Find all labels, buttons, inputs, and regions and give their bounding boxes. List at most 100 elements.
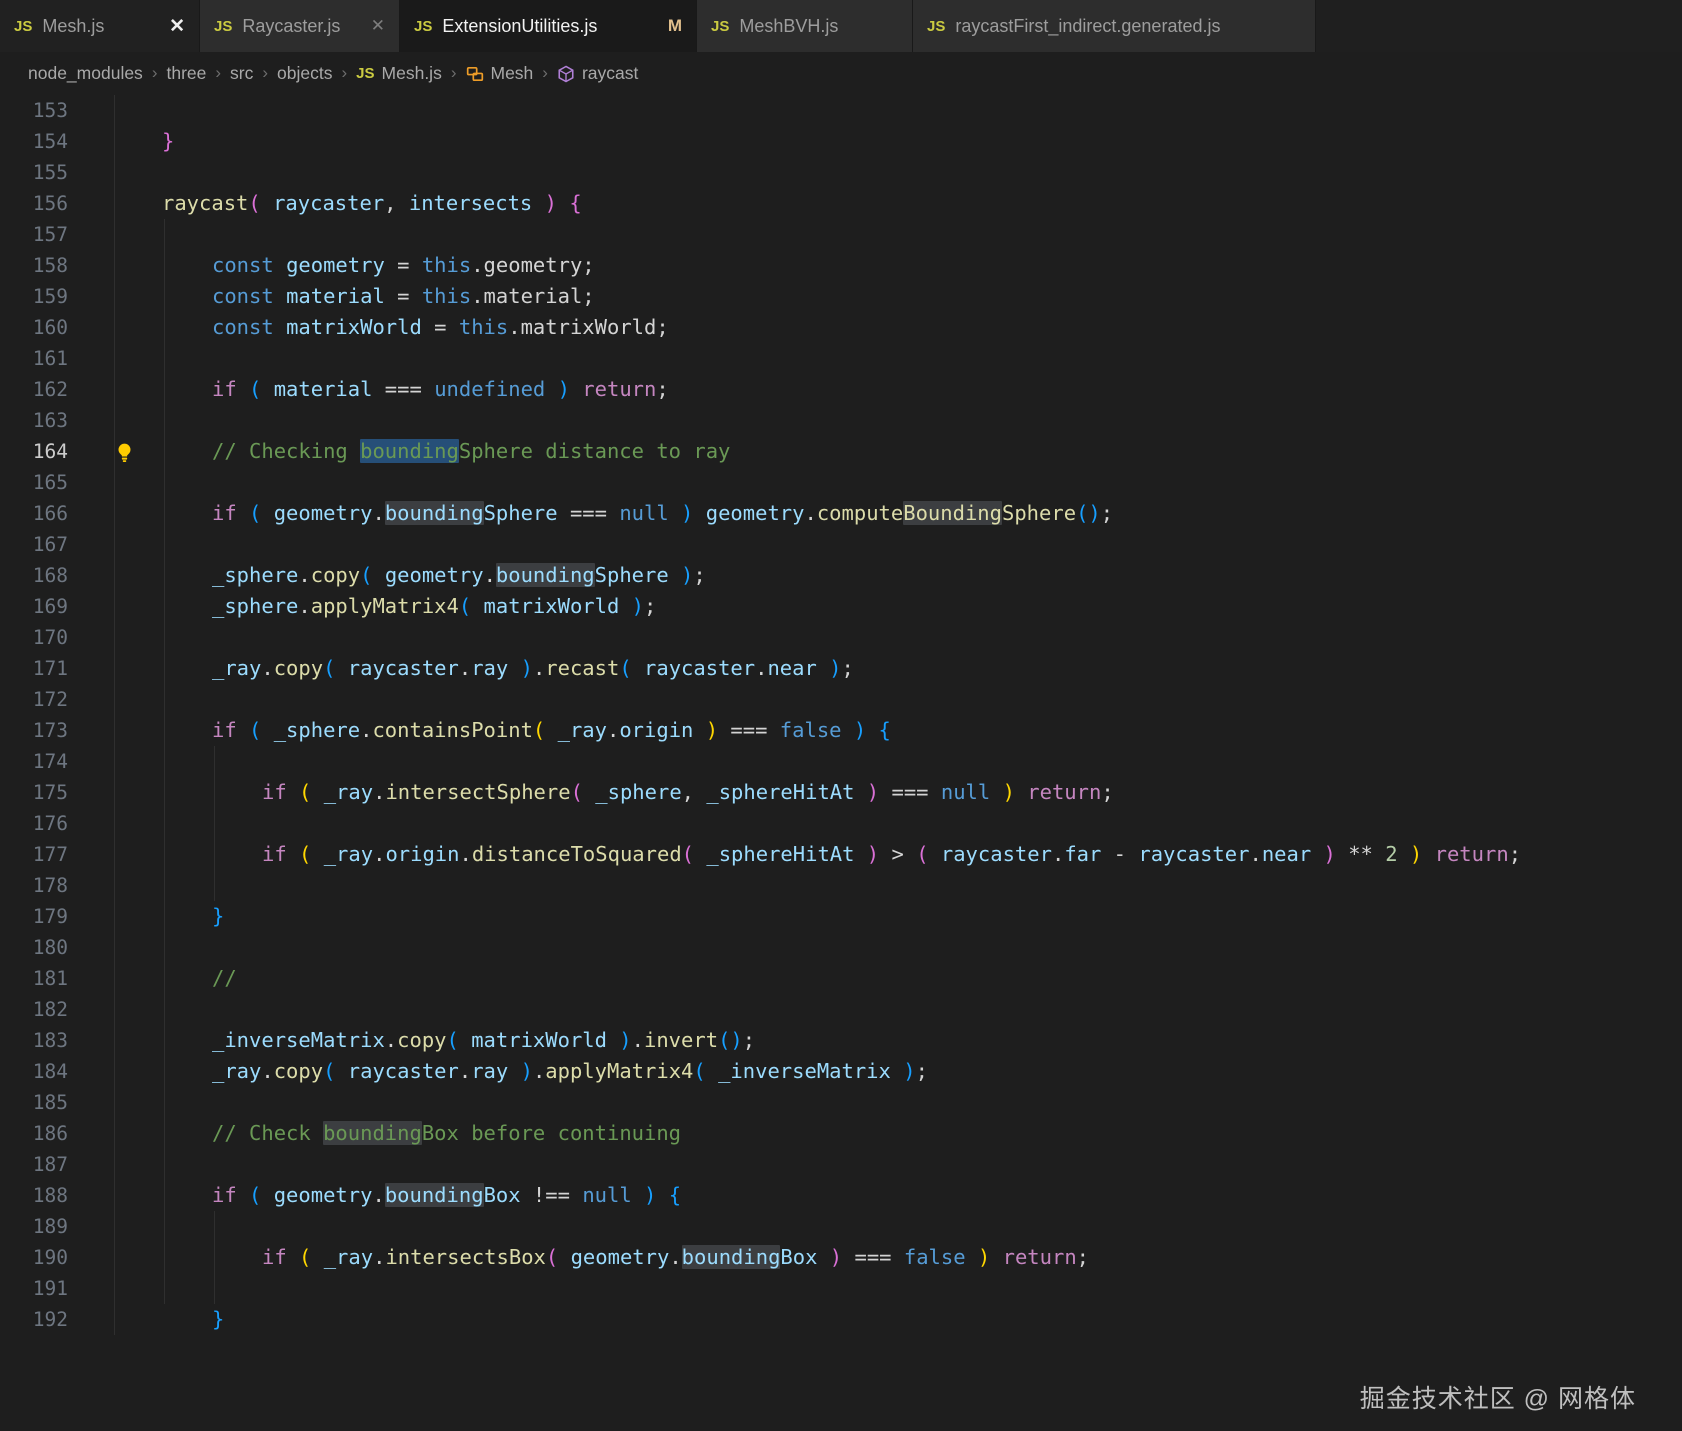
line-number[interactable]: 180 [0, 932, 68, 963]
line-number[interactable]: 165 [0, 467, 68, 498]
line-number[interactable]: 166 [0, 498, 68, 529]
line-number[interactable]: 178 [0, 870, 68, 901]
line-number[interactable]: 192 [0, 1304, 68, 1335]
chevron-right-icon: › [151, 62, 158, 82]
breadcrumb-item-three[interactable]: three [166, 63, 206, 84]
line-number[interactable]: 187 [0, 1149, 68, 1180]
line-number[interactable]: 190 [0, 1242, 68, 1273]
line-number[interactable]: 161 [0, 343, 68, 374]
code-line-176[interactable]: 176 [0, 808, 1682, 839]
line-number[interactable]: 174 [0, 746, 68, 777]
close-icon[interactable]: ✕ [361, 16, 385, 36]
code-line-175[interactable]: 175 if ( _ray.intersectSphere( _sphere, _… [0, 777, 1682, 808]
code-line-166[interactable]: 166 if ( geometry.boundingSphere === null… [0, 498, 1682, 529]
line-number[interactable]: 184 [0, 1056, 68, 1087]
code-line-159[interactable]: 159 const material = this.material; [0, 281, 1682, 312]
code-line-181[interactable]: 181 // [0, 963, 1682, 994]
tab-extensionutilities-js[interactable]: JS ExtensionUtilities.js M [400, 0, 697, 52]
line-number[interactable]: 154 [0, 126, 68, 157]
line-number[interactable]: 172 [0, 684, 68, 715]
code-line-167[interactable]: 167 [0, 529, 1682, 560]
line-number[interactable]: 182 [0, 994, 68, 1025]
breadcrumb-item-node-modules[interactable]: node_modules [28, 63, 143, 84]
line-number[interactable]: 177 [0, 839, 68, 870]
code-line-177[interactable]: 177 if ( _ray.origin.distanceToSquared( _… [0, 839, 1682, 870]
code-text: const geometry = this.geometry; [212, 253, 595, 277]
code-line-183[interactable]: 183 _inverseMatrix.copy( matrixWorld ).in… [0, 1025, 1682, 1056]
breadcrumb-item-mesh[interactable]: Mesh [466, 63, 533, 84]
code-line-189[interactable]: 189 [0, 1211, 1682, 1242]
line-number[interactable]: 157 [0, 219, 68, 250]
code-line-162[interactable]: 162 if ( material === undefined ) return; [0, 374, 1682, 405]
code-line-169[interactable]: 169 _sphere.applyMatrix4( matrixWorld ); [0, 591, 1682, 622]
code-line-174[interactable]: 174 [0, 746, 1682, 777]
lightbulb-icon[interactable] [114, 441, 135, 462]
code-line-180[interactable]: 180 [0, 932, 1682, 963]
line-number[interactable]: 186 [0, 1118, 68, 1149]
line-number[interactable]: 156 [0, 188, 68, 219]
line-number[interactable]: 179 [0, 901, 68, 932]
line-number[interactable]: 158 [0, 250, 68, 281]
code-line-171[interactable]: 171 _ray.copy( raycaster.ray ).recast( ra… [0, 653, 1682, 684]
tab-label: Mesh.js [42, 15, 105, 36]
line-number[interactable]: 173 [0, 715, 68, 746]
line-number[interactable]: 189 [0, 1211, 68, 1242]
code-line-163[interactable]: 163 [0, 405, 1682, 436]
breadcrumb-item-objects[interactable]: objects [277, 63, 332, 84]
code-line-153[interactable]: 153 [0, 95, 1682, 126]
line-number[interactable]: 191 [0, 1273, 68, 1304]
code-line-191[interactable]: 191 [0, 1273, 1682, 1304]
code-line-168[interactable]: 168 _sphere.copy( geometry.boundingSphere… [0, 560, 1682, 591]
close-icon[interactable]: ✕ [159, 15, 185, 38]
code-line-161[interactable]: 161 [0, 343, 1682, 374]
breadcrumb-item-src[interactable]: src [230, 63, 253, 84]
code-line-158[interactable]: 158 const geometry = this.geometry; [0, 250, 1682, 281]
code-line-154[interactable]: 154} [0, 126, 1682, 157]
line-number[interactable]: 162 [0, 374, 68, 405]
code-line-179[interactable]: 179} [0, 901, 1682, 932]
line-number[interactable]: 164 [0, 436, 68, 467]
line-number[interactable]: 159 [0, 281, 68, 312]
code-line-187[interactable]: 187 [0, 1149, 1682, 1180]
code-line-157[interactable]: 157 [0, 219, 1682, 250]
line-number[interactable]: 188 [0, 1180, 68, 1211]
code-line-165[interactable]: 165 [0, 467, 1682, 498]
code-line-155[interactable]: 155 [0, 157, 1682, 188]
line-number[interactable]: 163 [0, 405, 68, 436]
code-line-170[interactable]: 170 [0, 622, 1682, 653]
line-number[interactable]: 176 [0, 808, 68, 839]
code-line-188[interactable]: 188 if ( geometry.boundingBox !== null ) … [0, 1180, 1682, 1211]
line-number[interactable]: 171 [0, 653, 68, 684]
code-text: } [212, 1307, 225, 1331]
line-number[interactable]: 167 [0, 529, 68, 560]
tab-meshbvh-js[interactable]: JS MeshBVH.js [697, 0, 913, 52]
code-line-160[interactable]: 160 const matrixWorld = this.matrixWorld; [0, 312, 1682, 343]
code-line-185[interactable]: 185 [0, 1087, 1682, 1118]
tab-raycaster-js[interactable]: JS Raycaster.js ✕ [200, 0, 400, 52]
code-line-182[interactable]: 182 [0, 994, 1682, 1025]
code-line-172[interactable]: 172 [0, 684, 1682, 715]
code-line-164[interactable]: 164 // Checking boundingSphere distance t… [0, 436, 1682, 467]
tab-mesh-js[interactable]: JS Mesh.js ✕ [0, 0, 200, 52]
code-editor[interactable]: 153 154} 155 156 raycast( raycaster, interse… [0, 95, 1682, 1431]
line-number[interactable]: 170 [0, 622, 68, 653]
line-number[interactable]: 153 [0, 95, 68, 126]
line-number[interactable]: 181 [0, 963, 68, 994]
code-line-192[interactable]: 192} [0, 1304, 1682, 1335]
line-number[interactable]: 185 [0, 1087, 68, 1118]
line-number[interactable]: 155 [0, 157, 68, 188]
line-number[interactable]: 168 [0, 560, 68, 591]
line-number[interactable]: 175 [0, 777, 68, 808]
code-line-173[interactable]: 173 if ( _sphere.containsPoint( _ray.orig… [0, 715, 1682, 746]
breadcrumb-item-raycast[interactable]: raycast [557, 63, 638, 84]
code-line-178[interactable]: 178 [0, 870, 1682, 901]
code-line-184[interactable]: 184 _ray.copy( raycaster.ray ).applyMatri… [0, 1056, 1682, 1087]
line-number[interactable]: 160 [0, 312, 68, 343]
code-line-190[interactable]: 190 if ( _ray.intersectsBox( geometry.bou… [0, 1242, 1682, 1273]
breadcrumb-item-mesh-js[interactable]: JS Mesh.js [356, 63, 442, 84]
line-number[interactable]: 169 [0, 591, 68, 622]
code-line-186[interactable]: 186 // Check boundingBox before continuin… [0, 1118, 1682, 1149]
line-number[interactable]: 183 [0, 1025, 68, 1056]
tab-raycastfirst-indirect-generated-js[interactable]: JS raycastFirst_indirect.generated.js [913, 0, 1316, 52]
code-line-156[interactable]: 156 raycast( raycaster, intersects ) { [0, 188, 1682, 219]
